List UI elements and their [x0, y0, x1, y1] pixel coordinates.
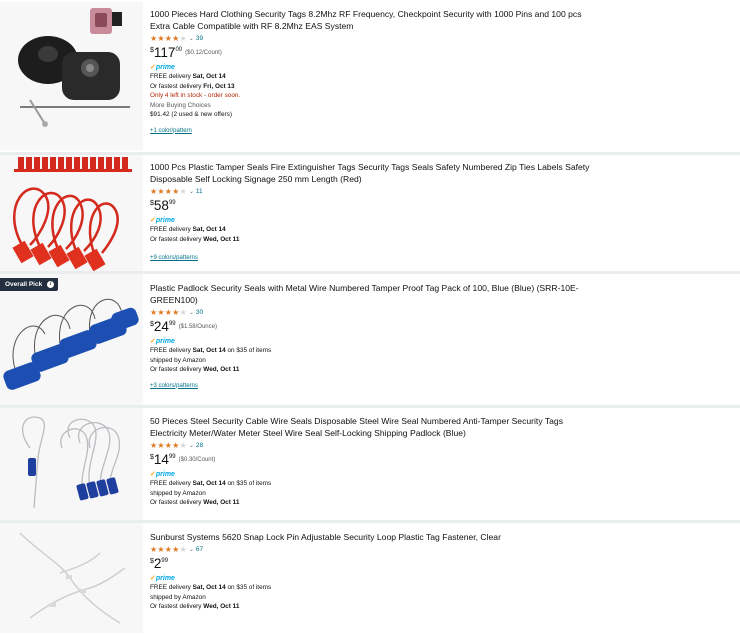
unit-price: ($1.58/Ounce) — [178, 324, 217, 330]
chevron-down-icon[interactable]: ⌄ — [189, 546, 194, 553]
star-rating-icon[interactable]: ★★★★★ — [150, 545, 187, 554]
prime-badge: ✓ prime — [150, 216, 175, 224]
product-title[interactable]: 50 Pieces Steel Security Cable Wire Seal… — [150, 415, 600, 439]
clear-loop-fastener-icon — [19, 532, 126, 624]
review-count[interactable]: 30 — [196, 309, 203, 316]
price[interactable]: $ 24 99 ($1.58/Ounce) — [150, 319, 600, 336]
rating-row: ★★★★★ ⌄ 28 — [150, 440, 600, 451]
prime-badge: ✓ prime — [150, 337, 175, 345]
shipped-by: shipped by Amazon — [150, 489, 206, 497]
review-count[interactable]: 28 — [196, 442, 203, 449]
rating-row: ★★★★★ ⌄ 39 — [150, 33, 600, 44]
chevron-down-icon[interactable]: ⌄ — [189, 35, 194, 42]
product-image[interactable] — [0, 408, 143, 520]
variants-link[interactable]: +9 colors/patterns — [150, 254, 600, 263]
steel-wire-seal-icon — [21, 416, 121, 509]
result-card: Overall Pick i Plastic Padlock Security … — [0, 274, 740, 405]
red-tamper-seal-icon — [12, 157, 132, 271]
price[interactable]: $ 14 99 ($0.30/Count) — [150, 452, 600, 469]
unit-price: ($0.12/Count) — [185, 50, 222, 56]
product-title[interactable]: Sunburst Systems 5620 Snap Lock Pin Adju… — [150, 531, 600, 543]
price[interactable]: $ 117 00 ($0.12/Count) — [150, 45, 600, 62]
overall-pick-badge[interactable]: Overall Pick i — [0, 278, 59, 291]
fastest-delivery: Or fastest delivery Wed, Oct 11 — [150, 499, 240, 506]
fastest-delivery: Or fastest delivery Wed, Oct 11 — [150, 603, 240, 610]
star-rating-icon[interactable]: ★★★★★ — [150, 34, 187, 43]
product-image[interactable]: Overall Pick i — [0, 274, 143, 405]
review-count[interactable]: 11 — [196, 188, 203, 195]
result-card: 1000 Pieces Hard Clothing Security Tags … — [0, 0, 740, 152]
security-tag-kit-icon — [18, 8, 130, 127]
result-card: 1000 Pcs Plastic Tamper Seals Fire Extin… — [0, 155, 740, 271]
fastest-delivery: Or fastest delivery Wed, Oct 11 — [150, 366, 240, 373]
shipped-by: shipped by Amazon — [150, 356, 206, 364]
fastest-delivery: Or fastest delivery Wed, Oct 11 — [150, 235, 240, 243]
product-title[interactable]: Plastic Padlock Security Seals with Meta… — [150, 282, 600, 306]
delivery-info: FREE delivery Sat, Oct 14 on $35 of item… — [150, 584, 272, 591]
result-card: 50 Pieces Steel Security Cable Wire Seal… — [0, 408, 740, 520]
review-count[interactable]: 67 — [196, 546, 203, 553]
prime-badge: ✓ prime — [150, 574, 175, 582]
blue-padlock-seal-icon — [3, 298, 139, 390]
result-card: Sunburst Systems 5620 Snap Lock Pin Adju… — [0, 523, 740, 636]
more-offers-link[interactable]: $91.42 (2 used & new offers) — [150, 110, 600, 120]
delivery-info: FREE delivery Sat, Oct 14 on $35 of item… — [150, 480, 272, 487]
prime-badge: ✓ prime — [150, 470, 175, 478]
product-title[interactable]: 1000 Pieces Hard Clothing Security Tags … — [150, 8, 600, 32]
delivery-info: FREE delivery Sat, Oct 14 — [150, 73, 226, 80]
fastest-delivery: Or fastest delivery Fri, Oct 13 — [150, 82, 235, 90]
unit-price: ($0.30/Count) — [178, 457, 216, 463]
variants-link[interactable]: +1 color/pattern — [150, 127, 600, 136]
product-image[interactable] — [0, 2, 143, 150]
prime-badge: ✓ prime — [150, 63, 175, 71]
shipped-by: shipped by Amazon — [150, 593, 206, 601]
rating-row: ★★★★★ ⌄ 11 — [150, 186, 600, 197]
star-rating-icon[interactable]: ★★★★★ — [150, 187, 187, 196]
price[interactable]: $ 58 99 — [150, 198, 600, 215]
review-count[interactable]: 39 — [196, 35, 203, 42]
star-rating-icon[interactable]: ★★★★★ — [150, 441, 187, 450]
rating-row: ★★★★★ ⌄ 30 — [150, 307, 600, 318]
chevron-down-icon[interactable]: ⌄ — [189, 188, 194, 195]
product-title[interactable]: 1000 Pcs Plastic Tamper Seals Fire Extin… — [150, 161, 600, 185]
delivery-info: FREE delivery Sat, Oct 14 — [150, 226, 226, 233]
rating-row: ★★★★★ ⌄ 67 — [150, 544, 600, 555]
product-image[interactable] — [0, 155, 143, 271]
more-buying-choices: More Buying Choices — [150, 101, 211, 109]
star-rating-icon[interactable]: ★★★★★ — [150, 308, 187, 317]
stock-warning: Only 4 left in stock - order soon. — [150, 92, 241, 99]
info-icon[interactable]: i — [47, 281, 55, 288]
chevron-down-icon[interactable]: ⌄ — [189, 442, 194, 449]
delivery-info: FREE delivery Sat, Oct 14 on $35 of item… — [150, 347, 272, 354]
chevron-down-icon[interactable]: ⌄ — [189, 309, 194, 316]
variants-link[interactable]: +3 colors/patterns — [150, 382, 600, 391]
price[interactable]: $ 2 99 — [150, 556, 600, 573]
product-image[interactable] — [0, 523, 143, 633]
